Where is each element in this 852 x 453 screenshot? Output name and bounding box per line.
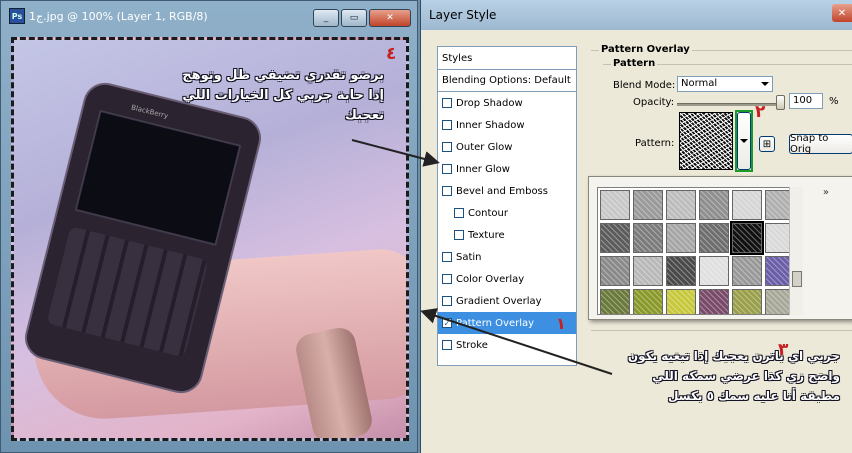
arrow-to-canvas xyxy=(420,308,613,375)
arrows-overlay xyxy=(351,139,613,375)
arrow-to-inner-glow xyxy=(351,139,440,167)
